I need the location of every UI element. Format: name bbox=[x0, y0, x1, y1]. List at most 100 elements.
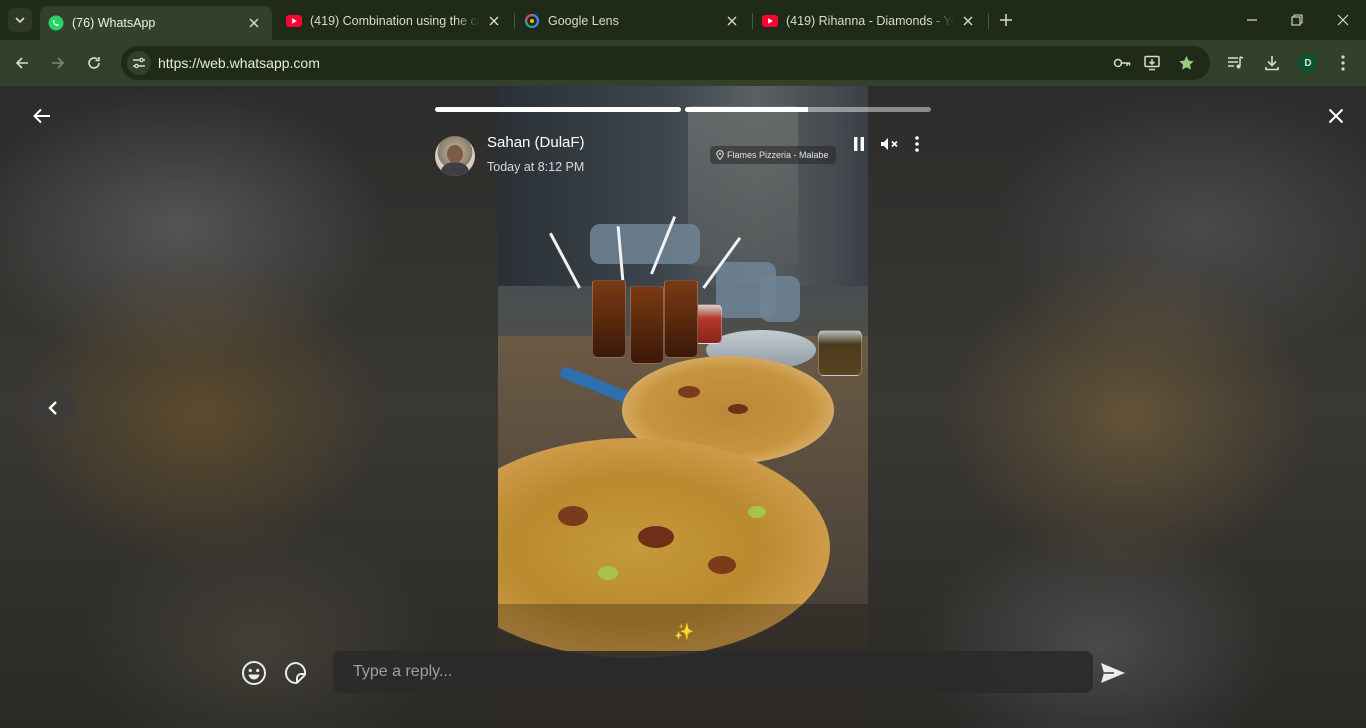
photo-topping bbox=[638, 526, 674, 548]
tab-youtube-rihanna[interactable]: (419) Rihanna - Diamonds - YouTube bbox=[754, 6, 986, 36]
bookmark-star-button[interactable] bbox=[1177, 54, 1195, 72]
tab-separator bbox=[752, 13, 753, 29]
forward-button[interactable] bbox=[46, 51, 70, 75]
photo-sofa bbox=[590, 224, 700, 264]
contact-name[interactable]: Sahan (DulaF) bbox=[487, 134, 585, 151]
location-text: Flames Pizzeria - Malabe bbox=[727, 150, 829, 160]
status-progress-segment bbox=[435, 107, 681, 112]
reply-bar bbox=[0, 638, 1366, 708]
profile-avatar[interactable]: D bbox=[1298, 53, 1318, 73]
location-tag[interactable]: Flames Pizzeria - Malabe bbox=[710, 146, 836, 164]
photo-topping bbox=[598, 566, 618, 580]
photo-topping bbox=[748, 506, 766, 518]
tab-whatsapp[interactable]: (76) WhatsApp bbox=[40, 6, 272, 40]
photo-topping bbox=[708, 556, 736, 574]
browser-menu-button[interactable] bbox=[1333, 53, 1353, 73]
photo-sauce-jar bbox=[818, 330, 862, 376]
media-controls-button[interactable] bbox=[1226, 53, 1246, 73]
status-close-button[interactable] bbox=[1324, 104, 1348, 128]
close-window-button[interactable] bbox=[1331, 8, 1355, 32]
browser-toolbar: https://web.whatsapp.com D bbox=[0, 40, 1366, 86]
emoji-button[interactable] bbox=[240, 659, 268, 687]
reload-button[interactable] bbox=[82, 51, 106, 75]
youtube-icon bbox=[762, 13, 778, 29]
photo-iced-tea bbox=[664, 280, 698, 358]
close-icon bbox=[1328, 108, 1344, 124]
plus-icon bbox=[1000, 14, 1012, 26]
tab-title: (76) WhatsApp bbox=[72, 16, 156, 30]
reload-icon bbox=[88, 57, 100, 69]
tab-close-icon[interactable] bbox=[486, 13, 502, 29]
tab-google-lens[interactable]: Google Lens bbox=[516, 6, 750, 36]
volume-off-icon bbox=[881, 138, 898, 150]
status-photo[interactable]: ✨ bbox=[498, 86, 868, 728]
status-menu-button[interactable] bbox=[907, 134, 927, 154]
tab-youtube-combination[interactable]: (419) Combination using the calculator bbox=[278, 6, 512, 36]
tab-title: (419) Rihanna - Diamonds - YouTube bbox=[786, 14, 954, 28]
status-progress-fill bbox=[685, 107, 808, 112]
install-app-icon bbox=[1144, 55, 1160, 71]
photo-topping bbox=[558, 506, 588, 526]
address-bar[interactable]: https://web.whatsapp.com bbox=[121, 46, 1210, 80]
avatar-face bbox=[447, 145, 463, 163]
send-button[interactable] bbox=[1098, 660, 1128, 686]
avatar-body bbox=[441, 162, 469, 176]
location-pin-icon bbox=[716, 150, 724, 160]
arrow-left-icon bbox=[15, 57, 28, 69]
install-app-button[interactable] bbox=[1144, 54, 1162, 72]
tab-search-button[interactable] bbox=[8, 8, 32, 32]
photo-topping bbox=[678, 386, 700, 398]
close-icon bbox=[1337, 14, 1349, 26]
tab-title: Google Lens bbox=[548, 14, 619, 28]
sticker-icon bbox=[285, 661, 307, 685]
restore-button[interactable] bbox=[1285, 8, 1309, 32]
restore-icon bbox=[1291, 14, 1303, 26]
send-icon bbox=[1101, 663, 1125, 683]
contact-avatar[interactable] bbox=[435, 136, 475, 176]
minimize-icon bbox=[1247, 19, 1257, 21]
key-icon bbox=[1113, 58, 1131, 68]
arrow-right-icon bbox=[52, 57, 65, 69]
chevron-left-icon bbox=[47, 400, 57, 415]
tab-separator bbox=[988, 13, 989, 29]
star-icon bbox=[1178, 55, 1194, 70]
google-lens-icon bbox=[524, 13, 540, 29]
password-key-button[interactable] bbox=[1113, 54, 1131, 72]
chevron-down-icon bbox=[15, 17, 25, 24]
minimize-button[interactable] bbox=[1240, 8, 1264, 32]
tab-close-icon[interactable] bbox=[960, 13, 976, 29]
sticker-button[interactable] bbox=[282, 659, 310, 687]
status-progress-fill bbox=[435, 107, 681, 112]
youtube-icon bbox=[286, 13, 302, 29]
status-viewer: ✨ Flames Pizzeria - Malabe Sahan (DulaF)… bbox=[0, 86, 1366, 728]
queue-music-icon bbox=[1228, 56, 1244, 69]
whatsapp-icon bbox=[48, 15, 64, 31]
reply-input[interactable] bbox=[333, 651, 1093, 693]
more-vert-icon bbox=[1341, 55, 1345, 71]
tune-icon bbox=[133, 57, 145, 69]
more-vert-icon bbox=[915, 136, 919, 152]
mute-button[interactable] bbox=[880, 134, 900, 154]
tab-close-icon[interactable] bbox=[724, 13, 740, 29]
tab-title: (419) Combination using the calculator bbox=[310, 14, 480, 28]
site-settings-button[interactable] bbox=[127, 51, 151, 75]
photo-topping bbox=[728, 404, 748, 414]
previous-status-button[interactable] bbox=[30, 385, 75, 430]
tab-close-icon[interactable] bbox=[246, 15, 262, 31]
pause-button[interactable] bbox=[849, 134, 869, 154]
pause-icon bbox=[854, 137, 864, 151]
back-button[interactable] bbox=[10, 51, 34, 75]
photo-stone-panel bbox=[688, 106, 798, 266]
photo-iced-tea bbox=[592, 280, 626, 358]
tab-separator bbox=[514, 13, 515, 29]
status-back-button[interactable] bbox=[30, 104, 54, 128]
arrow-left-icon bbox=[33, 108, 50, 124]
new-tab-button[interactable] bbox=[996, 10, 1016, 30]
photo-chair bbox=[760, 276, 800, 322]
status-progress-segment bbox=[685, 107, 931, 112]
url-text: https://web.whatsapp.com bbox=[158, 55, 320, 71]
download-icon bbox=[1265, 56, 1279, 71]
downloads-button[interactable] bbox=[1262, 53, 1282, 73]
browser-tab-strip: (76) WhatsApp (419) Combination using th… bbox=[0, 0, 1366, 40]
status-timestamp: Today at 8:12 PM bbox=[487, 160, 585, 174]
